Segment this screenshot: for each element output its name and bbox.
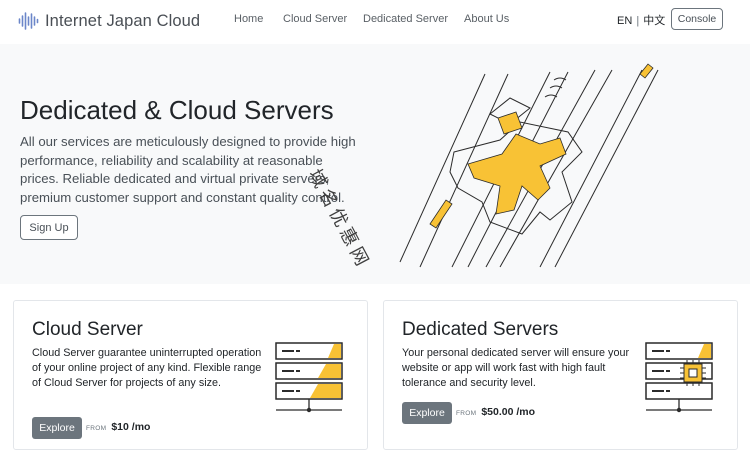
cloud-server-card: Cloud Server Cloud Server guarantee unin… <box>13 300 368 450</box>
card-title: Cloud Server <box>32 319 143 340</box>
card-description: Your personal dedicated server will ensu… <box>402 347 630 389</box>
explore-button[interactable]: Explore <box>32 417 82 439</box>
sound-wave-logo-icon <box>18 12 39 30</box>
top-navbar: Internet Japan Cloud Home Cloud Server D… <box>0 0 750 44</box>
brand-logo[interactable]: Internet Japan Cloud <box>18 11 200 31</box>
server-rack-icon <box>275 342 343 413</box>
nav-home[interactable]: Home <box>234 13 263 25</box>
card-title: Dedicated Servers <box>402 319 559 340</box>
price-label: FROM $10 /mo <box>86 421 150 433</box>
nav-cloud-server[interactable]: Cloud Server <box>283 13 347 25</box>
dedicated-servers-card: Dedicated Servers Your personal dedicate… <box>383 300 738 450</box>
card-description: Cloud Server guarantee uninterrupted ope… <box>32 347 262 389</box>
nav-about-us[interactable]: About Us <box>464 13 509 25</box>
brand-name: Internet Japan Cloud <box>45 11 201 30</box>
nav-dedicated-server[interactable]: Dedicated Server <box>363 13 448 25</box>
price-from-label: FROM <box>456 410 477 417</box>
isometric-server-illustration <box>399 63 659 268</box>
lang-zh[interactable]: 中文 <box>643 15 665 27</box>
price-from-label: FROM <box>86 425 107 432</box>
language-switcher: EN | 中文 <box>617 12 665 28</box>
price-value: $10 /mo <box>111 421 151 433</box>
price-label: FROM $50.00 /mo <box>456 406 535 418</box>
lang-separator: | <box>636 15 640 27</box>
sign-up-button[interactable]: Sign Up <box>20 215 78 240</box>
price-value: $50.00 /mo <box>481 406 536 418</box>
lang-en[interactable]: EN <box>617 15 632 27</box>
hero-title: Dedicated & Cloud Servers <box>20 95 334 125</box>
explore-button[interactable]: Explore <box>402 402 452 424</box>
console-button[interactable]: Console <box>671 8 723 30</box>
server-chip-icon <box>645 342 713 413</box>
